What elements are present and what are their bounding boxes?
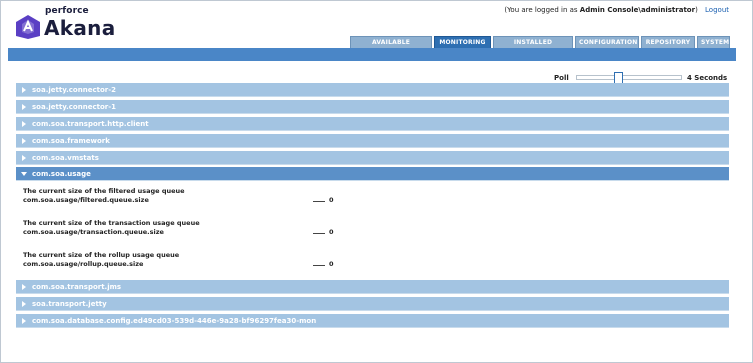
expand-arrow-icon	[22, 318, 26, 324]
metric-description: The current size of the filtered usage q…	[23, 187, 185, 195]
panel-title: soa.transport.jetty	[32, 300, 107, 308]
metric-value: 0	[313, 196, 334, 205]
akana-logo-icon	[16, 15, 40, 39]
poll-label: Poll	[554, 74, 569, 82]
metric-path: com.soa.usage/filtered.queue.size	[23, 196, 149, 204]
poll-value: 4 Seconds	[687, 74, 728, 82]
collapse-arrow-icon	[21, 172, 27, 176]
panel-title: com.soa.database.config.ed49cd03-539d-44…	[32, 317, 317, 325]
metric-path: com.soa.usage/rollup.queue.size	[23, 260, 144, 268]
logo-product-text: Akana	[44, 16, 116, 40]
login-prefix: (You are logged in as	[504, 6, 580, 14]
expand-arrow-icon	[22, 87, 26, 93]
login-suffix: )	[695, 6, 698, 14]
tab-system[interactable]: SYSTEM	[697, 36, 730, 48]
poll-slider[interactable]	[576, 72, 682, 84]
panel-title: com.soa.framework	[32, 137, 110, 145]
panel-header[interactable]: soa.jetty.connector-1	[16, 100, 729, 114]
login-info: (You are logged in as Admin Console\admi…	[504, 6, 729, 14]
login-user: Admin Console\administrator	[579, 6, 696, 14]
logout-link[interactable]: Logout	[705, 6, 729, 14]
panel-header[interactable]: com.soa.database.config.ed49cd03-539d-44…	[16, 314, 729, 328]
panel-header[interactable]: com.soa.framework	[16, 134, 729, 148]
panel-title: soa.jetty.connector-2	[32, 86, 116, 94]
metric-row: The current size of the transaction usag…	[23, 219, 723, 237]
akana-logo: perforce Akana	[16, 5, 116, 41]
panel-title: soa.jetty.connector-1	[32, 103, 116, 111]
metric-value-text: 0	[329, 228, 334, 236]
metric-value-text: 0	[329, 196, 334, 204]
panel-title: com.soa.transport.http.client	[32, 120, 149, 128]
metric-row: The current size of the rollup usage que…	[23, 251, 723, 269]
metric-value-text: 0	[329, 260, 334, 268]
panel-header[interactable]: soa.transport.jetty	[16, 297, 729, 311]
monitoring-page: perforce Akana (You are logged in as Adm…	[0, 0, 753, 363]
sparkline-placeholder	[313, 196, 325, 202]
metric-description: The current size of the transaction usag…	[23, 219, 200, 227]
metric-row: The current size of the filtered usage q…	[23, 187, 723, 205]
tab-configuration[interactable]: CONFIGURATION	[575, 36, 639, 48]
tab-installed-features[interactable]: INSTALLED FEATURES	[493, 36, 573, 58]
panel-title: com.soa.usage	[32, 170, 91, 178]
expand-arrow-icon	[22, 155, 26, 161]
panel-title: com.soa.vmstats	[32, 154, 99, 162]
expand-arrow-icon	[22, 121, 26, 127]
expand-arrow-icon	[22, 301, 26, 307]
panel-header[interactable]: soa.jetty.connector-2	[16, 83, 729, 97]
panel-header[interactable]: com.soa.transport.jms	[16, 280, 729, 294]
metric-path: com.soa.usage/transaction.queue.size	[23, 228, 164, 236]
metric-value: 0	[313, 260, 334, 269]
tab-available-features[interactable]: AVAILABLE FEATURES	[350, 36, 432, 58]
sparkline-placeholder	[313, 228, 325, 234]
metric-value: 0	[313, 228, 334, 237]
usage-panel-body: The current size of the filtered usage q…	[16, 181, 729, 279]
panel-header[interactable]: com.soa.transport.http.client	[16, 117, 729, 131]
metric-description: The current size of the rollup usage que…	[23, 251, 180, 259]
expand-arrow-icon	[22, 138, 26, 144]
tab-bar-strip	[8, 48, 736, 61]
panel-title: com.soa.transport.jms	[32, 283, 122, 291]
sparkline-placeholder	[313, 260, 325, 266]
tab-monitoring[interactable]: MONITORING	[434, 36, 491, 48]
expand-arrow-icon	[22, 284, 26, 290]
tab-repository[interactable]: REPOSITORY	[641, 36, 695, 48]
panel-header[interactable]: com.soa.vmstats	[16, 151, 729, 165]
panel-header-expanded[interactable]: com.soa.usage	[16, 167, 729, 181]
expand-arrow-icon	[22, 104, 26, 110]
main-tabs: AVAILABLE FEATURES MONITORING INSTALLED …	[350, 36, 732, 58]
logo-company-text: perforce	[45, 6, 89, 16]
